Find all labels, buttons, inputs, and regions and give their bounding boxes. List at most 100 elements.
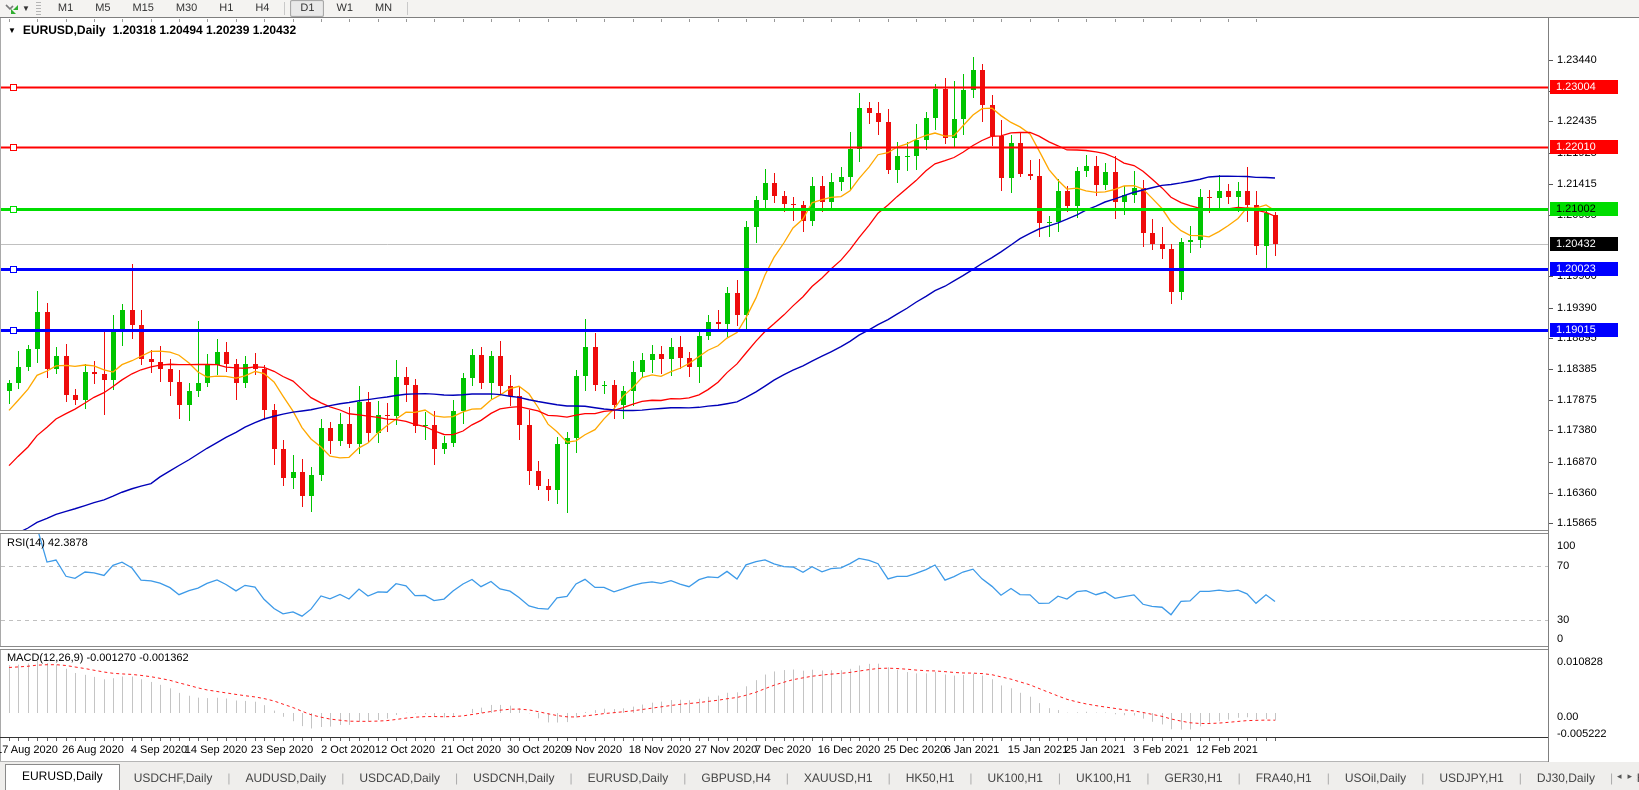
chart-tab-ger30-h1[interactable]: GER30,H1	[1151, 767, 1237, 790]
mt4-window: ▼ M1M5M15M30H1H4 D1W1MN ▼ EURUSD,Daily 1.…	[0, 0, 1639, 790]
date-axis-label: 12 Feb 2021	[1196, 744, 1258, 756]
chart-tools-icon[interactable]	[3, 1, 21, 16]
chart-tab-gbpusd-h4[interactable]: GBPUSD,H4	[687, 767, 784, 790]
price-axis-tick	[1549, 523, 1553, 524]
toolbar: ▼ M1M5M15M30H1H4 D1W1MN	[0, 0, 1639, 18]
tool-dropdown-caret-icon[interactable]: ▼	[22, 4, 30, 13]
price-axis-label: 1.18385	[1557, 363, 1597, 375]
price-axis-label: 1.23440	[1557, 54, 1597, 66]
price-axis-tick	[1549, 462, 1553, 463]
chart-tab-audusd-daily[interactable]: AUDUSD,Daily	[232, 767, 341, 790]
toolbar-separator	[284, 2, 285, 15]
price-axis-tick	[1549, 338, 1553, 339]
timeframe-button-d1[interactable]: D1	[290, 0, 324, 17]
price-tag-1-20432[interactable]: 1.20432	[1550, 237, 1618, 251]
price-axis-tick	[1549, 430, 1553, 431]
symbol-dropdown-icon[interactable]: ▼	[8, 26, 16, 35]
price-axis-label: 1.15865	[1557, 517, 1597, 529]
rsi-indicator-label: RSI(14) 42.3878	[7, 537, 88, 549]
chart-tab-usdjpy-h1[interactable]: USDJPY,H1	[1425, 767, 1517, 790]
date-axis-label: 27 Nov 2020	[695, 744, 757, 756]
tab-scroll-left-icon[interactable]: ◂	[1617, 771, 1622, 782]
price-tag-1-19015[interactable]: 1.19015	[1550, 323, 1618, 337]
chart-tab-eurusd-daily[interactable]: EURUSD,Daily	[5, 764, 120, 790]
macd-axis-label: 0.00	[1557, 711, 1578, 723]
macd-indicator-label: MACD(12,26,9) -0.001270 -0.001362	[7, 652, 189, 664]
date-axis-label: 21 Oct 2020	[441, 744, 501, 756]
chart-tab-fra40-h1[interactable]: FRA40,H1	[1242, 767, 1326, 790]
timeframe-button-h4[interactable]: H4	[245, 0, 279, 17]
timeframe-button-mn[interactable]: MN	[365, 0, 402, 17]
date-axis-label: 12 Oct 2020	[375, 744, 435, 756]
date-axis-label: 7 Dec 2020	[755, 744, 811, 756]
toolbar-grip[interactable]	[36, 2, 41, 15]
chart-tab-bar: EURUSD,DailyUSDCHF,Daily|AUDUSD,Daily|US…	[0, 761, 1639, 790]
hline-handle[interactable]	[10, 144, 17, 151]
rsi-axis-label: 30	[1557, 614, 1569, 626]
hline-handle[interactable]	[10, 84, 17, 91]
date-axis-label: 16 Dec 2020	[818, 744, 880, 756]
chart-tab-usdcad-daily[interactable]: USDCAD,Daily	[345, 767, 454, 790]
price-axis-tick	[1549, 184, 1553, 185]
price-axis-tick	[1549, 308, 1553, 309]
price-axis-tick	[1549, 369, 1553, 370]
date-axis-label: 2 Oct 2020	[321, 744, 375, 756]
macd-chart-canvas[interactable]	[1, 650, 1548, 737]
price-axis-label: 1.16870	[1557, 456, 1597, 468]
price-tag-1-22010[interactable]: 1.22010	[1550, 140, 1618, 154]
date-axis-label: 30 Oct 2020	[507, 744, 567, 756]
timeframe-button-w1[interactable]: W1	[326, 0, 363, 17]
price-chart-canvas[interactable]	[1, 19, 1548, 530]
price-axis-label: 1.17380	[1557, 424, 1597, 436]
price-tag-1-20023[interactable]: 1.20023	[1550, 262, 1618, 276]
rsi-chart-canvas[interactable]	[1, 534, 1548, 646]
timeframe-button-m15[interactable]: M15	[122, 0, 163, 17]
date-axis-line	[0, 737, 1548, 738]
hline-handle[interactable]	[10, 327, 17, 334]
chart-title: ▼ EURUSD,Daily 1.20318 1.20494 1.20239 1…	[8, 23, 296, 37]
timeframe-button-m1[interactable]: M1	[48, 0, 83, 17]
date-axis-label: 23 Sep 2020	[251, 744, 313, 756]
chart-tab-usdchf-daily[interactable]: USDCHF,Daily	[120, 767, 227, 790]
hline-handle[interactable]	[10, 206, 17, 213]
price-axis-label: 1.17875	[1557, 394, 1597, 406]
rsi-axis-label: 70	[1557, 560, 1569, 572]
chart-window: ▼ EURUSD,Daily 1.20318 1.20494 1.20239 1…	[0, 17, 1639, 761]
chart-tab-usoil-daily[interactable]: USOil,Daily	[1331, 767, 1420, 790]
price-axis-label: 1.22435	[1557, 115, 1597, 127]
date-axis-label: 15 Jan 2021	[1008, 744, 1069, 756]
macd-axis-label: -0.005222	[1557, 728, 1607, 740]
timeframe-button-m30[interactable]: M30	[166, 0, 207, 17]
date-axis-label: 6 Jan 2021	[945, 744, 999, 756]
rsi-axis-label: 0	[1557, 633, 1563, 645]
price-axis-tick	[1549, 493, 1553, 494]
chart-tab-usdcnh-daily[interactable]: USDCNH,Daily	[459, 767, 568, 790]
price-axis-label: 1.16360	[1557, 487, 1597, 499]
price-axis-tick	[1549, 121, 1553, 122]
chart-tab-xauusd-h1[interactable]: XAUUSD,H1	[790, 767, 887, 790]
chart-title-ohlc: 1.20318 1.20494 1.20239 1.20432	[113, 23, 297, 37]
chart-tab-uk100-h1[interactable]: UK100,H1	[974, 767, 1057, 790]
pane-separator-rsi[interactable]	[0, 530, 1548, 534]
date-axis-label: 9 Nov 2020	[566, 744, 622, 756]
price-axis-tick	[1549, 400, 1553, 401]
timeframe-button-m5[interactable]: M5	[85, 0, 120, 17]
date-axis-label: 25 Dec 2020	[884, 744, 946, 756]
tab-scroll-right-icon[interactable]: ▸	[1627, 771, 1632, 782]
rsi-axis-label: 100	[1557, 540, 1575, 552]
price-tag-1-21002[interactable]: 1.21002	[1550, 202, 1618, 216]
tab-scroll-arrows: ◂▸	[1613, 762, 1636, 790]
chart-tab-eurusd-daily[interactable]: EURUSD,Daily	[574, 767, 683, 790]
price-tag-1-23004[interactable]: 1.23004	[1550, 80, 1618, 94]
timeframe-button-h1[interactable]: H1	[209, 0, 243, 17]
date-axis-label: 4 Sep 2020	[131, 744, 187, 756]
hline-handle[interactable]	[10, 266, 17, 273]
date-axis-label: 18 Nov 2020	[629, 744, 691, 756]
pane-separator-macd[interactable]	[0, 646, 1548, 650]
macd-axis-label: 0.010828	[1557, 656, 1603, 668]
chart-tab-dj30-daily[interactable]: DJ30,Daily	[1523, 767, 1609, 790]
toolbar-separator	[407, 2, 408, 15]
chart-tab-uk100-h1[interactable]: UK100,H1	[1062, 767, 1145, 790]
date-axis-label: 26 Aug 2020	[62, 744, 124, 756]
chart-tab-hk50-h1[interactable]: HK50,H1	[892, 767, 969, 790]
